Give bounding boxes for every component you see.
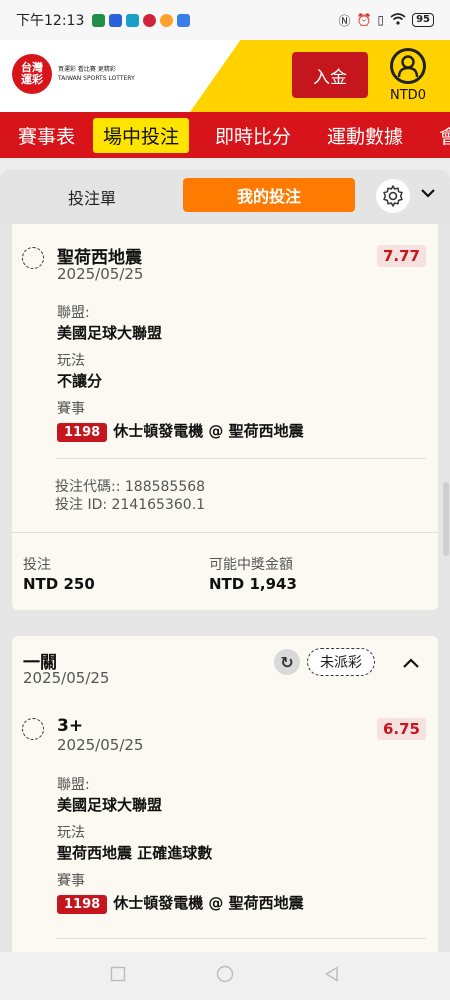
- recents-icon[interactable]: [110, 966, 126, 986]
- event-label: 賽事: [57, 873, 85, 889]
- my-bets-list[interactable]: 聖荷西地震 2025/05/25 7.77 聯盟: 美國足球大聯盟 玩法 不讓分…: [0, 224, 450, 952]
- bet-code: 投注代碼:: 188585568: [55, 479, 206, 495]
- stake-label: 投注: [23, 557, 51, 573]
- divider: [12, 532, 438, 533]
- league-value: 美國足球大聯盟: [57, 796, 163, 814]
- gear-icon[interactable]: [376, 179, 410, 213]
- market-label: 玩法: [57, 353, 85, 369]
- league-label: 聯盟:: [57, 305, 90, 321]
- nav-schedule[interactable]: 賽事表: [0, 112, 93, 158]
- event-value: 1198 休士頓發電機 @ 聖荷西地震: [57, 420, 304, 442]
- app-icon: [177, 13, 191, 27]
- system-nav-bar: [0, 952, 450, 1000]
- bet-card: 聖荷西地震 2025/05/25 7.77 聯盟: 美國足球大聯盟 玩法 不讓分…: [12, 224, 438, 610]
- selection-date: 2025/05/25: [57, 736, 144, 754]
- account-menu[interactable]: NTD0: [380, 48, 436, 103]
- app-icon: [160, 13, 174, 27]
- event-value: 1198 休士頓發電機 @ 聖荷西地震: [57, 892, 304, 914]
- nfc-icon: Ⓝ: [338, 13, 351, 28]
- selection-name: 3+: [57, 716, 84, 736]
- notification-icons: [92, 13, 191, 27]
- status-badge: 未派彩: [307, 648, 375, 676]
- status-bar: 下午12:13 Ⓝ ⏰ ▯ 95: [0, 0, 450, 40]
- selection-radio[interactable]: [22, 247, 44, 269]
- market-value: 不讓分: [57, 372, 103, 390]
- chevron-down-icon[interactable]: [420, 184, 436, 203]
- event-id-badge: 1198: [57, 895, 108, 914]
- home-icon[interactable]: [216, 965, 234, 987]
- status-time: 下午12:13: [16, 13, 85, 29]
- event-id-badge: 1198: [57, 423, 108, 442]
- vibrate-icon: ▯: [377, 13, 385, 27]
- refresh-icon[interactable]: ↻: [274, 649, 300, 675]
- selection-radio[interactable]: [22, 718, 44, 740]
- line-app-icon: [92, 13, 106, 27]
- bet-date: 2025/05/25: [23, 669, 110, 687]
- market-value: 聖荷西地震 正確進球數: [57, 844, 213, 862]
- stake-value: NTD 250: [23, 575, 95, 593]
- wifi-icon: [390, 12, 406, 28]
- site-header: 台灣 運彩 買運彩 看比賽 更精彩 TAIWAN SPORTS LOTTERY …: [0, 40, 450, 112]
- logo-tagline: 買運彩 看比賽 更精彩: [58, 66, 116, 73]
- tab-betslip[interactable]: 投注單: [20, 185, 164, 209]
- back-icon[interactable]: [324, 966, 340, 986]
- league-value: 美國足球大聯盟: [57, 324, 163, 342]
- event-label: 賽事: [57, 401, 85, 417]
- chevron-up-icon[interactable]: [402, 654, 420, 673]
- deposit-button[interactable]: 入金: [292, 52, 368, 98]
- nav-member[interactable]: 會: [421, 112, 450, 158]
- logo-mark: 台灣 運彩: [12, 54, 52, 94]
- divider: [56, 938, 426, 939]
- event-name: 休士頓發電機 @ 聖荷西地震: [113, 422, 304, 440]
- selection-date: 2025/05/25: [57, 265, 144, 283]
- odds-badge: 6.75: [376, 718, 426, 740]
- payout-value: NTD 1,943: [209, 575, 297, 593]
- event-name: 休士頓發電機 @ 聖荷西地震: [113, 894, 304, 912]
- league-label: 聯盟:: [57, 777, 90, 793]
- tab-my-bets[interactable]: 我的投注: [183, 178, 355, 212]
- app-icon: [109, 13, 123, 27]
- nav-live-scores[interactable]: 即時比分: [197, 112, 309, 158]
- battery-icon: 95: [412, 13, 434, 27]
- payout-label: 可能中獎金額: [209, 557, 293, 573]
- alarm-icon: ⏰: [356, 13, 372, 27]
- bet-id: 投注 ID: 214165360.1: [55, 497, 206, 513]
- user-icon[interactable]: [390, 48, 426, 84]
- main-nav: 賽事表 場中投注 即時比分 運動數據 會: [0, 112, 450, 158]
- nav-live-betting[interactable]: 場中投注: [93, 112, 197, 158]
- scrollbar[interactable]: [443, 482, 449, 556]
- betslip-tabs: 投注單 我的投注: [0, 170, 450, 224]
- logo-english: TAIWAN SPORTS LOTTERY: [58, 75, 135, 82]
- app-icon: [126, 13, 140, 27]
- market-label: 玩法: [57, 825, 85, 841]
- account-balance: NTD0: [390, 88, 426, 103]
- logo[interactable]: 台灣 運彩 買運彩 看比賽 更精彩 TAIWAN SPORTS LOTTERY: [12, 54, 135, 94]
- odds-badge: 7.77: [376, 245, 426, 267]
- divider: [56, 458, 426, 459]
- app-icon: [143, 13, 157, 27]
- nav-sports-data[interactable]: 運動數據: [309, 112, 421, 158]
- bet-card: 一關 2025/05/25 ↻ 未派彩 3+ 2025/05/25 6.75 聯…: [12, 636, 438, 952]
